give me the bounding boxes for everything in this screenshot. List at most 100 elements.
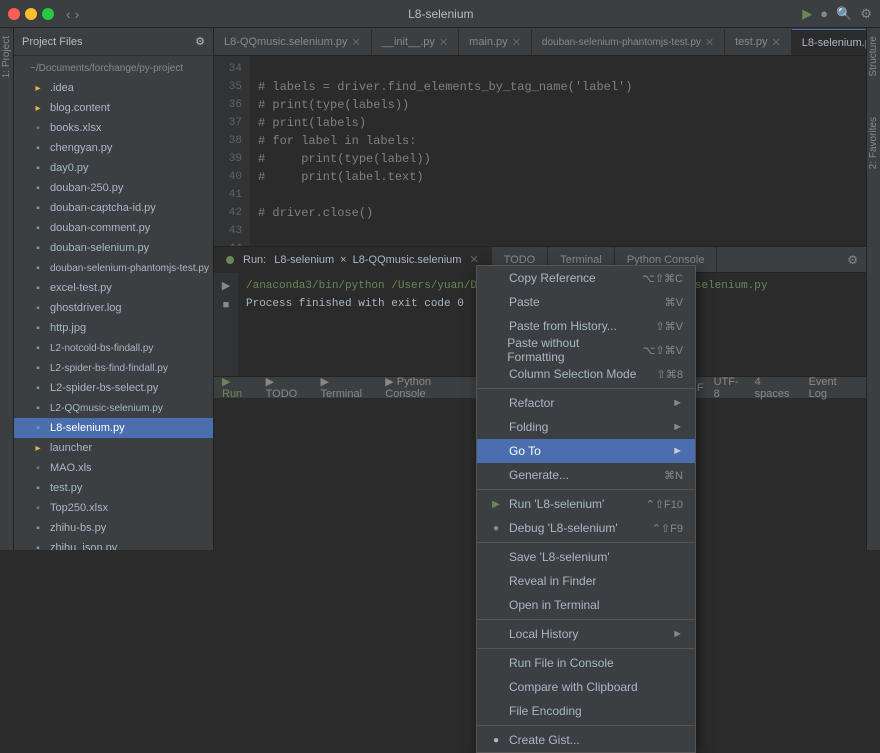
tab-test[interactable]: test.py ✕ [725,29,792,55]
list-item[interactable]: ▪test.py [14,478,213,498]
list-item-selected[interactable]: ▪L8-selenium.py [14,418,213,438]
tab-qqmusic[interactable]: L8-QQmusic.selenium.py ✕ [214,29,372,55]
maximize-button[interactable] [42,8,54,20]
tab-close-icon[interactable]: ✕ [772,36,781,49]
menu-shortcut: ⌘N [664,469,683,482]
file-encoding[interactable]: UTF-8 [714,376,745,400]
column-selection-icon [489,367,503,381]
tab-run[interactable]: Run: L8-selenium × L8-QQmusic.selenium ✕ [214,247,492,273]
tab-close-icon[interactable]: ✕ [352,36,361,49]
run-config-1[interactable]: L8-selenium [274,254,334,266]
menu-item-open-terminal[interactable]: Open in Terminal [477,593,695,617]
list-item[interactable]: ▪MAO.xls [14,458,213,478]
tab-close-icon[interactable]: ✕ [705,36,714,49]
menu-label: Create Gist... [509,733,580,747]
menu-item-folding[interactable]: Folding ► [477,415,695,439]
menu-item-paste-history[interactable]: Paste from History... ⇧⌘V [477,314,695,338]
list-item[interactable]: ▪douban-captcha-id.py [14,198,213,218]
tab-l8-selenium[interactable]: L8-selenium.py ✕ [792,29,866,55]
menu-item-goto[interactable]: Go To ► [477,439,695,463]
list-item[interactable]: ▪L2-spider-bs-select.py [14,378,213,398]
list-item[interactable]: ▪L2-spider-bs-find-findall.py [14,358,213,378]
stop-button[interactable]: ■ [218,297,234,313]
list-item[interactable]: ▪L2-QQmusic-selenium.py [14,398,213,418]
tab-main[interactable]: main.py ✕ [459,29,532,55]
menu-item-column-selection[interactable]: Column Selection Mode ⇧⌘8 [477,362,695,386]
list-item[interactable]: ▪chengyan.py [14,138,213,158]
menu-item-compare-clipboard[interactable]: Compare with Clipboard [477,675,695,699]
list-item[interactable]: ▪Top250.xlsx [14,498,213,518]
list-item[interactable]: ▪day0.py [14,158,213,178]
context-menu: Copy Reference ⌥⇧⌘C Paste ⌘V Paste from … [476,265,696,753]
run-again-button[interactable]: ▶ [218,277,234,293]
tab-init[interactable]: __init__.py ✕ [372,29,459,55]
menu-label: Generate... [509,468,569,482]
list-item[interactable]: ▪books.xlsx [14,118,213,138]
list-item[interactable]: ▪douban-comment.py [14,218,213,238]
event-log[interactable]: Event Log [809,376,858,400]
sidebar-settings-icon[interactable]: ⚙ [195,35,205,48]
list-item[interactable]: ▪douban-250.py [14,178,213,198]
jpg-icon: ▪ [30,320,46,336]
menu-item-paste-no-format[interactable]: Paste without Formatting ⌥⇧⌘V [477,338,695,362]
menu-item-run[interactable]: ▶ Run 'L8-selenium' ⌃⇧F10 [477,492,695,516]
close-button[interactable] [8,8,20,20]
run-icon-status[interactable]: ▶ Run [222,375,254,400]
file-tree[interactable]: ~/Documents/forchange/py-project ▸.idea … [14,56,213,550]
list-item[interactable]: ▸blog.content [14,98,213,118]
menu-item-reveal-finder[interactable]: Reveal in Finder [477,569,695,593]
menu-item-paste[interactable]: Paste ⌘V [477,290,695,314]
menu-item-save[interactable]: Save 'L8-selenium' [477,545,695,569]
todo-status[interactable]: ▶ TODO [266,375,309,400]
menu-shortcut: ⌘V [665,296,683,309]
log-icon: ▪ [30,300,46,316]
menu-item-debug[interactable]: ● Debug 'L8-selenium' ⌃⇧F9 [477,516,695,540]
list-item[interactable]: ▪L2-notcold-bs-findall.py [14,338,213,358]
list-item[interactable]: ▪ghostdriver.log [14,298,213,318]
folder-icon: ▸ [30,100,46,116]
minimize-button[interactable] [25,8,37,20]
list-item[interactable]: ▪douban-selenium.py [14,238,213,258]
search-icon[interactable]: 🔍 [836,6,852,22]
list-item[interactable]: ▪zhihu_json.py [14,538,213,550]
menu-item-copy-reference[interactable]: Copy Reference ⌥⇧⌘C [477,266,695,290]
tab-label: test.py [735,36,767,48]
menu-item-run-console[interactable]: Run File in Console [477,651,695,675]
menu-item-file-encoding[interactable]: File Encoding [477,699,695,723]
py-icon: ▪ [30,260,46,276]
python-console-status[interactable]: ▶ Python Console [385,375,474,400]
tab-close-icon[interactable]: ✕ [439,36,448,49]
indent-info[interactable]: 4 spaces [755,376,799,400]
menu-item-refactor[interactable]: Refactor ► [477,391,695,415]
list-item[interactable]: ▸launcher [14,438,213,458]
menu-item-local-history[interactable]: Local History ► [477,622,695,646]
code-content[interactable]: # labels = driver.find_elements_by_tag_n… [250,56,866,246]
menu-shortcut: ⌃⇧F9 [652,522,683,535]
paste-icon [489,295,503,309]
list-item[interactable]: ▪douban-selenium-phantomjs-test.py [14,258,213,278]
list-item[interactable]: ▪excel-test.py [14,278,213,298]
run-icon[interactable]: ▶ [802,6,812,22]
code-editor[interactable]: 3435363738 3940414243 4445464748 4950515… [214,56,866,246]
list-item[interactable]: ▪http.jpg [14,318,213,338]
settings-icon[interactable]: ⚙ [860,6,872,22]
py-icon: ▪ [30,240,46,256]
py-icon: ▪ [30,200,46,216]
menu-item-create-gist[interactable]: ● Create Gist... [477,728,695,752]
menu-label: Open in Terminal [509,598,600,612]
run-config-2[interactable]: L8-QQmusic.selenium [353,254,462,266]
menu-item-generate[interactable]: Generate... ⌘N [477,463,695,487]
nav-back-icon[interactable]: ‹ [66,6,71,22]
list-item[interactable]: ▪zhihu-bs.py [14,518,213,538]
menu-shortcut: ⌃⇧F10 [646,498,683,511]
nav-forward-icon[interactable]: › [75,6,80,22]
py-icon: ▪ [30,400,46,416]
folder-icon: ▸ [30,80,46,96]
settings-gear-icon[interactable]: ⚙ [847,253,858,267]
py-icon: ▪ [30,160,46,176]
terminal-status[interactable]: ▶ Terminal [320,375,373,400]
tab-douban[interactable]: douban-selenium-phantomjs-test.py ✕ [532,29,725,55]
debug-icon[interactable]: ● [820,6,828,22]
list-item[interactable]: ▸.idea [14,78,213,98]
tab-close-icon[interactable]: ✕ [512,36,521,49]
